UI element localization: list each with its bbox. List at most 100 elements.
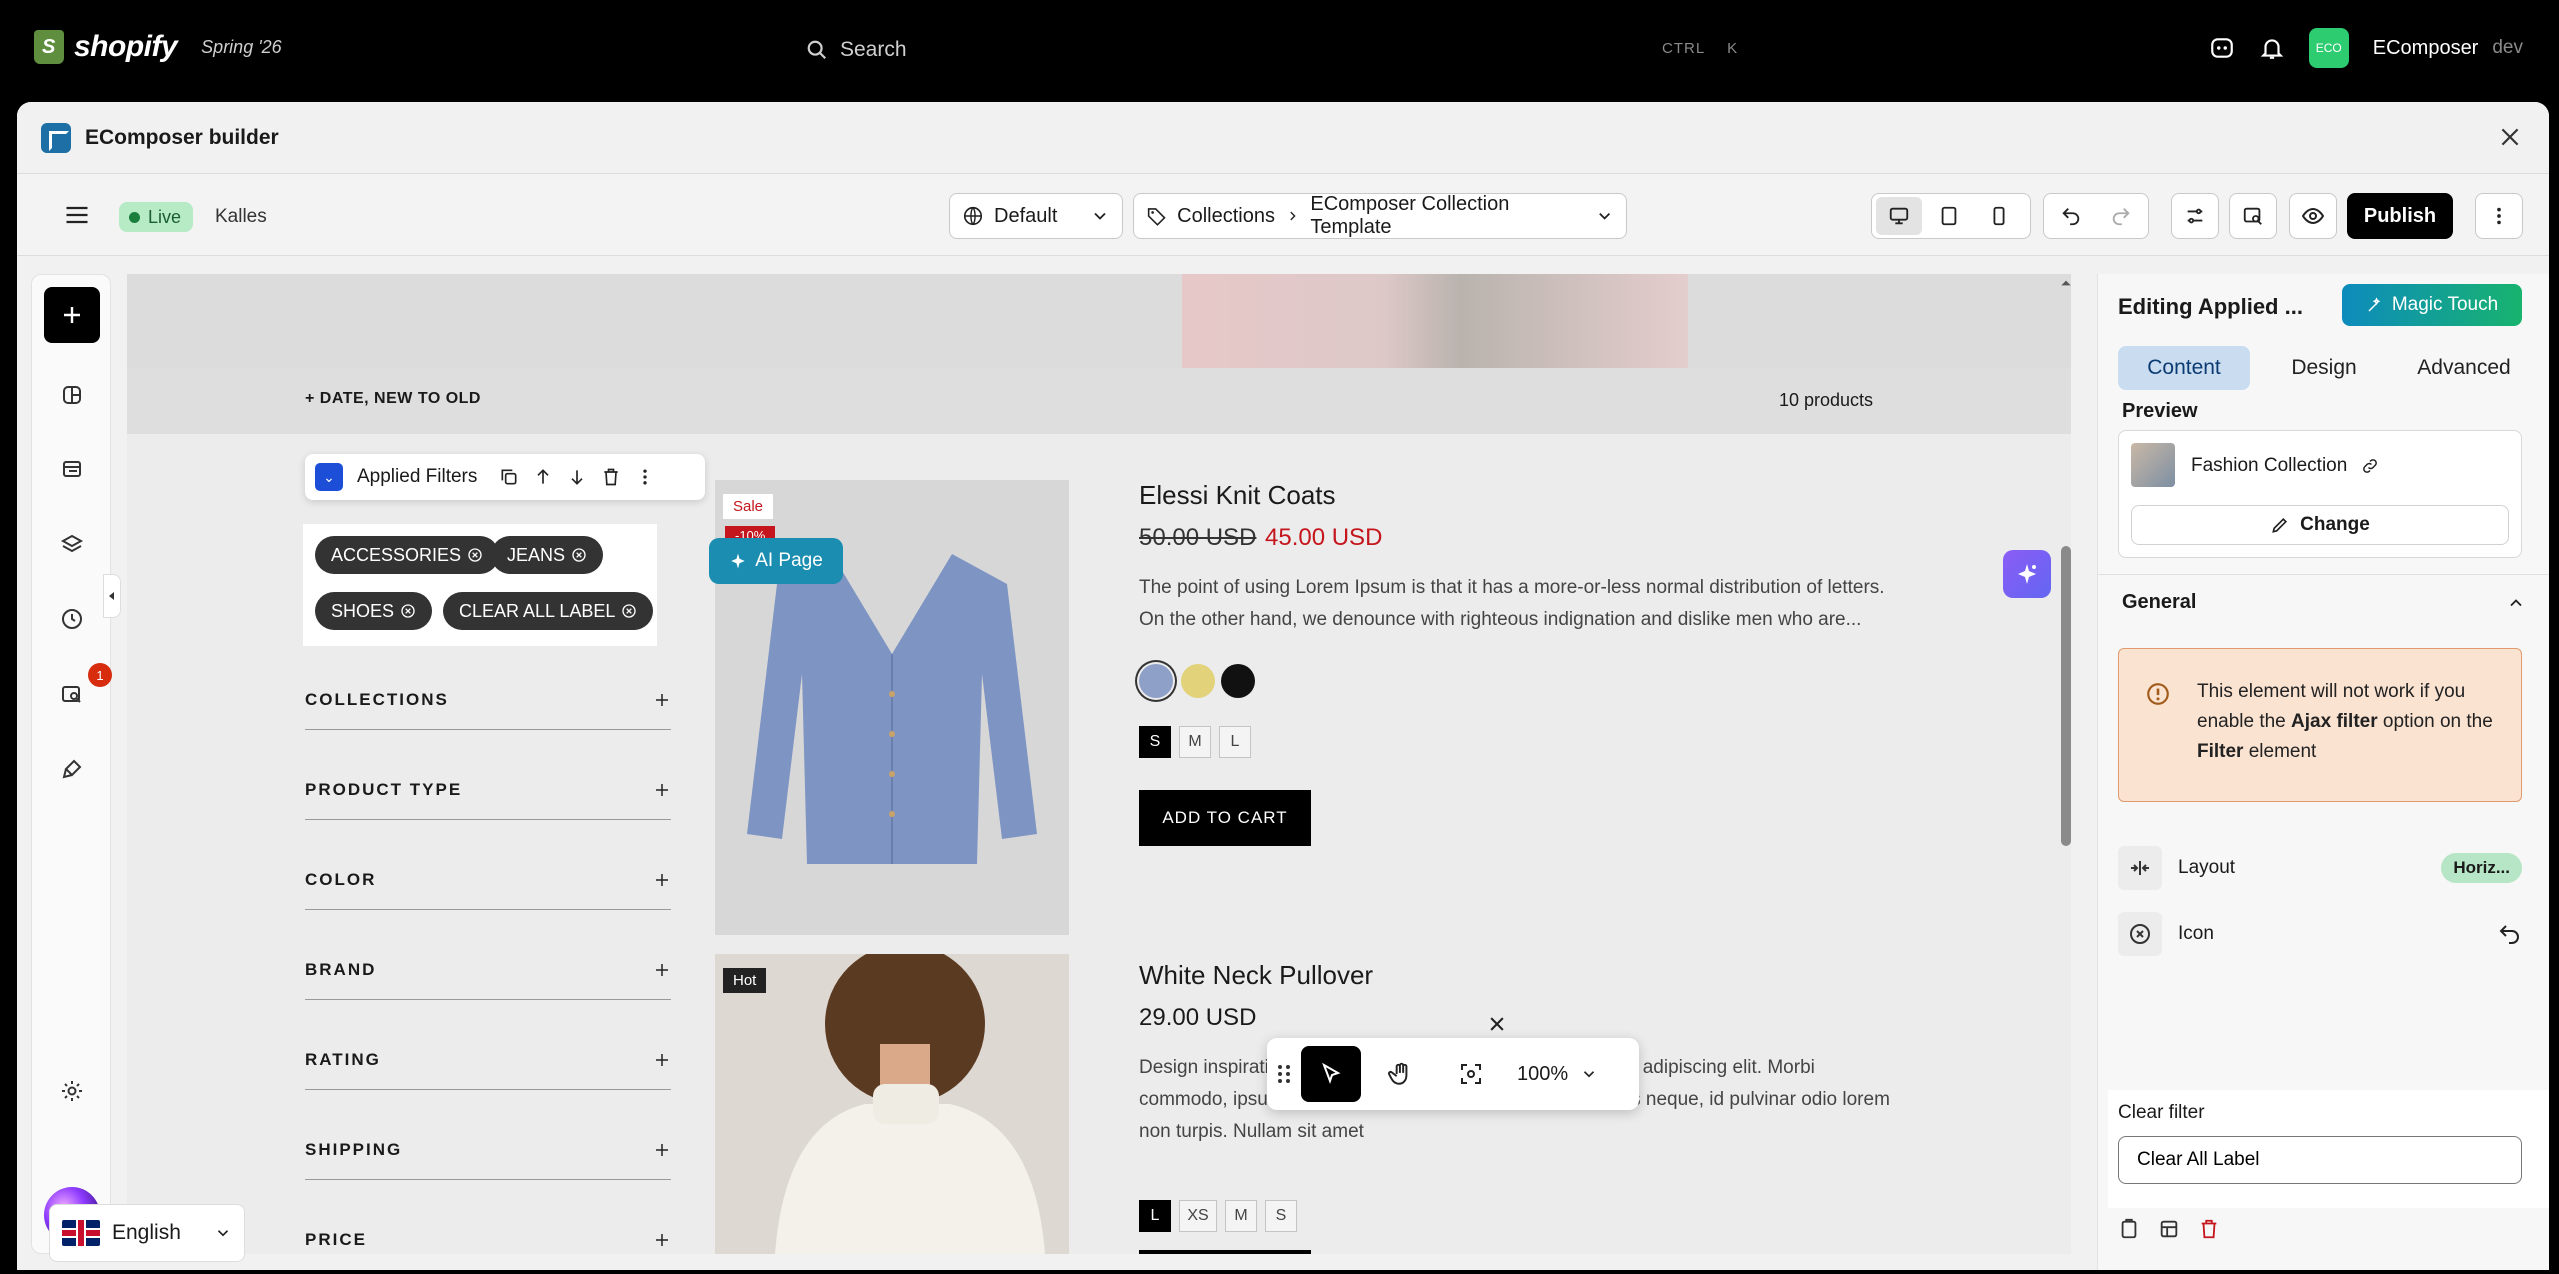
tab-advanced[interactable]: Advanced (2398, 346, 2530, 390)
color-swatch[interactable] (1139, 664, 1173, 698)
rail-layers-button[interactable] (52, 525, 92, 565)
reset-icon[interactable] (2498, 922, 2522, 946)
size-option[interactable]: M (1225, 1200, 1257, 1232)
filter-group-collections[interactable]: COLLECTIONS (305, 670, 671, 730)
fit-screen-button[interactable] (1441, 1046, 1501, 1102)
scroll-up-icon[interactable] (2059, 276, 2071, 290)
general-section-header[interactable]: General (2098, 574, 2549, 630)
filter-group-brand[interactable]: BRAND (305, 940, 671, 1000)
product-image[interactable] (715, 954, 1069, 1254)
settings-sliders-button[interactable] (2171, 193, 2219, 239)
clipboard-icon[interactable] (2118, 1218, 2140, 1240)
add-element-button[interactable] (44, 287, 100, 343)
filter-group-color[interactable]: COLOR (305, 850, 671, 910)
layout-select[interactable]: Horiz... (2441, 853, 2522, 883)
breadcrumb-page[interactable]: EComposer Collection Template (1310, 193, 1584, 239)
trash-icon[interactable] (601, 467, 621, 487)
add-to-cart-button[interactable]: ADD TO CART (1139, 790, 1311, 846)
redo-button[interactable] (2098, 197, 2144, 235)
more-vertical-icon[interactable] (635, 467, 655, 487)
rail-sections-button[interactable] (52, 375, 92, 415)
link-icon[interactable] (2361, 457, 2379, 475)
rail-styles-button[interactable] (52, 749, 92, 789)
size-option[interactable]: M (1179, 726, 1211, 758)
hero-image (1182, 274, 1688, 368)
collection-name-text: Fashion Collection (2191, 455, 2348, 476)
language-switcher[interactable]: English (49, 1204, 245, 1262)
tab-content[interactable]: Content (2118, 346, 2250, 390)
filter-chip[interactable]: SHOES (315, 592, 433, 630)
move-up-icon[interactable] (533, 467, 553, 487)
clear-filter-input[interactable] (2118, 1136, 2522, 1184)
close-circle-icon[interactable] (400, 603, 416, 619)
size-option[interactable]: S (1265, 1200, 1297, 1232)
clear-all-chip[interactable]: CLEAR ALL LABEL (443, 592, 654, 630)
rail-collapse-handle[interactable] (103, 574, 121, 618)
filter-group-product-type[interactable]: PRODUCT TYPE (305, 760, 671, 820)
store-avatar[interactable]: ECO (2308, 28, 2349, 68)
close-icon[interactable] (2497, 124, 2523, 150)
move-down-icon[interactable] (567, 467, 587, 487)
rail-templates-button[interactable] (52, 449, 92, 489)
product-title[interactable]: Elessi Knit Coats (1139, 480, 1336, 511)
hand-icon (1388, 1062, 1408, 1085)
size-option[interactable]: L (1139, 1200, 1171, 1232)
mobile-view-button[interactable] (1976, 197, 2022, 235)
more-options-button[interactable] (2475, 193, 2523, 239)
filter-chip[interactable]: JEANS (491, 536, 604, 574)
close-circle-icon[interactable] (621, 603, 637, 619)
tab-design[interactable]: Design (2258, 346, 2390, 390)
shopify-logo[interactable]: shopify Spring '26 (34, 30, 282, 64)
applied-filters-element[interactable]: ACCESSORIES JEANS SHOES CLEAR ALL LABEL (303, 524, 657, 646)
layout-grid-icon[interactable] (2158, 1218, 2180, 1240)
ai-page-button[interactable]: AI Page (709, 538, 843, 584)
size-option[interactable]: L (1219, 726, 1251, 758)
bell-icon[interactable] (2259, 35, 2285, 61)
page-inspect-button[interactable] (2229, 193, 2277, 239)
close-icon[interactable] (1487, 1014, 1507, 1034)
canvas-scrollbar[interactable] (2061, 546, 2071, 846)
product-title[interactable]: White Neck Pullover (1139, 960, 1373, 991)
shopify-search[interactable]: Search (806, 30, 1756, 70)
close-circle-icon[interactable] (571, 547, 587, 563)
filter-group-price[interactable]: PRICE (305, 1210, 671, 1254)
chevron-down-icon (1094, 212, 1106, 220)
sort-toggle[interactable]: + DATE, NEW TO OLD (305, 390, 481, 408)
select-tool-button[interactable] (1301, 1046, 1361, 1102)
change-collection-button[interactable]: Change (2131, 505, 2509, 545)
topbar-actions: ECO EComposer dev (2209, 28, 2523, 68)
color-swatch[interactable] (1221, 664, 1255, 698)
color-swatch[interactable] (1181, 664, 1215, 698)
zoom-select[interactable]: 100% (1517, 1063, 1598, 1086)
undo-button[interactable] (2048, 197, 2094, 235)
filter-group-rating[interactable]: RATING (305, 1030, 671, 1090)
page-breadcrumb[interactable]: Collections EComposer Collection Templat… (1133, 193, 1627, 239)
filter-chip[interactable]: ACCESSORIES (315, 536, 500, 574)
magic-touch-button[interactable]: Magic Touch (2342, 284, 2522, 326)
sidekick-icon[interactable] (2209, 35, 2235, 61)
magic-ai-fab[interactable] (2003, 550, 2051, 598)
size-option[interactable]: S (1139, 726, 1171, 758)
add-to-cart-button[interactable] (1139, 1250, 1311, 1254)
tablet-view-button[interactable] (1926, 197, 1972, 235)
duplicate-icon[interactable] (499, 467, 519, 487)
drag-handle-icon[interactable] (1277, 1063, 1291, 1085)
x-circle-icon[interactable] (2118, 912, 2162, 956)
editor-canvas[interactable]: + DATE, NEW TO OLD 10 products ⌄ Applied… (127, 274, 2071, 1254)
hand-tool-button[interactable] (1371, 1046, 1431, 1102)
rail-settings-button[interactable] (52, 1071, 92, 1111)
size-option[interactable]: XS (1179, 1200, 1217, 1232)
preview-button[interactable] (2289, 193, 2337, 239)
canvas-tool-bar: 100% (1267, 1038, 1639, 1110)
close-circle-icon[interactable] (467, 547, 483, 563)
rail-inspector-button[interactable]: 1 (52, 663, 112, 715)
publish-button[interactable]: Publish (2347, 193, 2453, 239)
language-select[interactable]: Default (949, 193, 1123, 239)
rail-history-button[interactable] (52, 599, 92, 639)
store-name[interactable]: EComposer (2373, 37, 2479, 60)
filter-group-shipping[interactable]: SHIPPING (305, 1120, 671, 1180)
trash-icon[interactable] (2198, 1218, 2220, 1240)
breadcrumb-root[interactable]: Collections (1177, 205, 1275, 228)
desktop-view-button[interactable] (1876, 197, 1922, 235)
hamburger-menu-icon[interactable] (63, 201, 91, 229)
